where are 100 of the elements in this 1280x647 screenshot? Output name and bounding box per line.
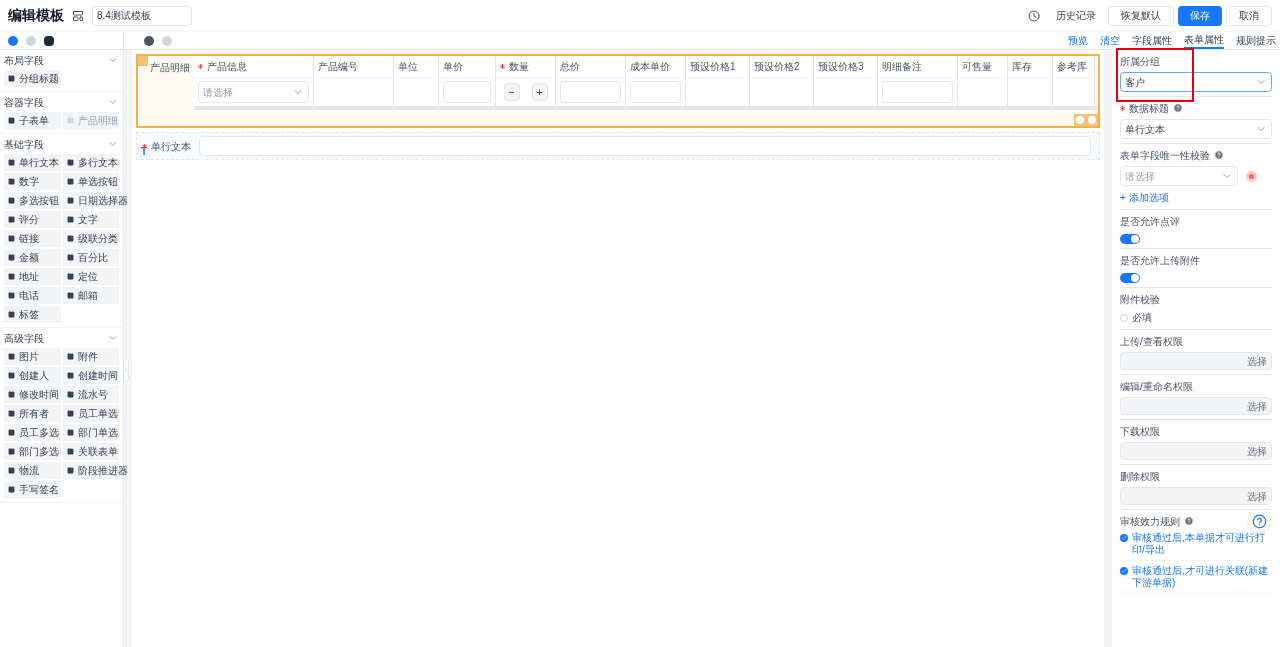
field-type-icon <box>66 410 74 417</box>
column-header: 产品编号 <box>318 60 358 74</box>
field-type-icon <box>66 117 74 124</box>
add-option-link[interactable]: + 添加选项 <box>1120 190 1272 205</box>
field-type-icon <box>8 486 15 493</box>
field-type-icon <box>66 292 74 299</box>
column-header: 产品信息 <box>207 60 247 74</box>
select-button[interactable]: 选择 <box>1247 443 1267 459</box>
text-input[interactable] <box>199 136 1091 156</box>
property-label: 所属分组 <box>1120 54 1160 69</box>
checkbox[interactable] <box>1120 534 1128 542</box>
group-title[interactable]: 基础字段 <box>4 136 44 152</box>
group-select[interactable]: 单行文本 <box>1120 119 1272 139</box>
field-type-icon <box>66 467 74 474</box>
template-name-field[interactable]: 8.4测试模板 <box>92 5 192 26</box>
property-label: 表单字段唯一性校验 <box>1120 148 1210 163</box>
field-label: 单行文本 <box>151 139 191 154</box>
product-detail-block[interactable]: 产品明细 产品信息 请选择 产品编号 单位 单价 数量 − + 总价 成本单价 预设价格1 预设价格2 预设价格3 明细备注 可售量 库存 参考库 <box>136 54 1100 128</box>
cell-input[interactable] <box>443 81 491 103</box>
field-type-icon <box>66 178 74 185</box>
field-type-icon <box>8 235 15 242</box>
field-type-icon <box>8 448 15 455</box>
remove-icon[interactable] <box>1246 170 1257 182</box>
field-type-icon <box>66 197 74 204</box>
template-icon[interactable] <box>72 9 84 22</box>
plus-button[interactable]: + <box>531 83 548 101</box>
toggle-switch[interactable] <box>1120 273 1140 283</box>
save-button[interactable]: 保存 <box>1178 5 1222 26</box>
cell-input[interactable] <box>560 81 621 103</box>
group-title[interactable]: 高级字段 <box>4 330 44 346</box>
column-header: 参考库 <box>1057 60 1087 74</box>
property-label: 是否允许点评 <box>1120 214 1180 229</box>
property-label: 附件校验 <box>1120 292 1160 307</box>
column-header: 预设价格1 <box>690 60 736 74</box>
column-header: 可售量 <box>962 60 992 74</box>
property-label: 是否允许上传附件 <box>1120 253 1200 268</box>
column-header: 单价 <box>443 60 463 74</box>
group-select[interactable]: 客户 <box>1120 72 1272 92</box>
field-type-icon <box>66 372 74 379</box>
help-button[interactable] <box>1248 510 1270 532</box>
action-button[interactable]: 取消 <box>1226 5 1272 26</box>
panel-tab[interactable]: 规则提示 <box>1236 32 1276 49</box>
field-type-icon <box>8 311 15 318</box>
field-type-icon <box>66 391 74 398</box>
help-icon[interactable] <box>1184 516 1194 526</box>
help-icon[interactable] <box>1173 103 1183 113</box>
help-icon[interactable] <box>1214 150 1224 160</box>
checkbox-label: 必填 <box>1132 311 1152 325</box>
field-type-icon <box>8 117 15 124</box>
remark-input[interactable] <box>882 81 953 103</box>
field-type-icon <box>8 197 15 204</box>
field-type-icon <box>66 429 74 436</box>
select-button[interactable]: 选择 <box>1247 488 1267 504</box>
column-header: 明细备注 <box>882 60 922 74</box>
column-header: 预设价格2 <box>754 60 800 74</box>
select-button[interactable]: 选择 <box>1247 398 1267 414</box>
field-type-icon <box>8 254 15 261</box>
field-type-icon <box>66 216 74 223</box>
question-icon <box>1251 513 1267 529</box>
field-type-icon <box>8 216 15 223</box>
rule-label: 审核通过后,才可进行关联(新建下游单据) <box>1132 565 1270 589</box>
toolbar-link[interactable]: 清空 <box>1100 32 1120 49</box>
cell-input[interactable] <box>630 81 681 103</box>
clock-icon[interactable] <box>1028 9 1040 22</box>
field-type-icon <box>8 353 15 360</box>
action-button[interactable]: 恢复默认 <box>1108 5 1174 26</box>
minus-button[interactable]: − <box>503 83 520 101</box>
field-label: 产品明细 <box>150 61 191 75</box>
checkbox[interactable] <box>1120 567 1128 575</box>
field-type-icon <box>66 235 74 242</box>
column-header: 库存 <box>1012 60 1032 74</box>
history-link[interactable]: 历史记录 <box>1056 8 1096 23</box>
toolbar-link[interactable]: 预览 <box>1068 32 1088 49</box>
field-type-icon <box>66 353 74 360</box>
field-type-icon <box>8 292 15 299</box>
palette-tab[interactable] <box>44 35 54 46</box>
panel-tab[interactable]: 字段属性 <box>1132 32 1172 49</box>
field-type-icon <box>66 448 74 455</box>
property-label: 下载权限 <box>1120 424 1160 439</box>
toggle-switch[interactable] <box>1120 234 1140 244</box>
column-header: 成本单价 <box>630 60 670 74</box>
group-title[interactable]: 布局字段 <box>4 52 44 68</box>
panel-tab[interactable]: 表单属性 <box>1184 32 1224 49</box>
select-button[interactable]: 选择 <box>1247 353 1267 369</box>
field-type-icon <box>8 429 15 436</box>
page-title: 编辑模板 <box>8 6 64 25</box>
field-type-item[interactable]: 阶段推进器 <box>77 463 128 478</box>
field-type-icon <box>8 467 15 474</box>
field-type-icon <box>8 178 15 185</box>
property-label: 删除权限 <box>1120 469 1160 484</box>
field-type-icon <box>8 273 15 280</box>
field-type-icon <box>66 254 74 261</box>
rule-label: 审核通过后,本单据才可进行打印/导出 <box>1132 532 1266 556</box>
column-header: 预设价格3 <box>818 60 864 74</box>
field-type-icon <box>8 159 15 166</box>
group-title[interactable]: 容器字段 <box>4 94 44 110</box>
column-header: 数量 <box>509 60 529 74</box>
field-type-icon <box>8 391 15 398</box>
checkbox[interactable] <box>1120 313 1128 322</box>
field-type-item[interactable]: 日期选择器 <box>77 193 128 208</box>
